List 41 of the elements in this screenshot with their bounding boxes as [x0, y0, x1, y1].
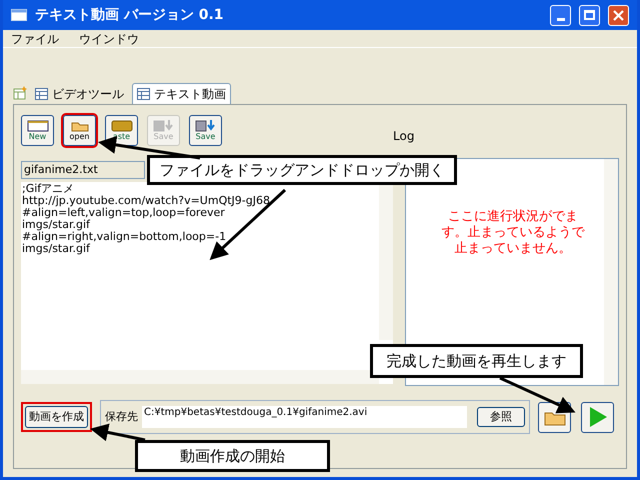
log-title: Log [393, 128, 414, 145]
callout: 動画作成の開始 [135, 440, 330, 472]
callout: ファイルをドラッグアンドドロップか開く [147, 155, 457, 185]
menu-item[interactable]: ウインドウ [79, 30, 139, 48]
horizontal-scrollbar[interactable] [21, 370, 379, 384]
create-video-button[interactable]: 動画を作成 [25, 406, 88, 428]
toolbar-button[interactable]: open [63, 115, 96, 146]
vertical-scrollbar[interactable] [379, 184, 393, 340]
tab[interactable]: ビデオツール [31, 83, 128, 104]
menu-item[interactable]: ファイル [11, 30, 59, 48]
toolbar-button[interactable]: New [21, 115, 54, 146]
save-location-label: 保存先 [105, 408, 138, 425]
filename-field[interactable]: gifanime2.txt [21, 161, 145, 179]
editor-line: imgs/star.gif [22, 219, 90, 231]
log-message: ここに進行状況がでます。止まっているようで止まっていません。 [440, 209, 586, 257]
editor-line: imgs/star.gif [22, 243, 90, 255]
tab[interactable]: テキスト動画 [132, 83, 231, 104]
editor-line: #align=left,valign=top,loop=forever [22, 207, 225, 219]
new-tab-icon[interactable] [13, 86, 27, 100]
vertical-scrollbar[interactable] [604, 159, 618, 385]
callout: 完成した動画を再生します [370, 344, 583, 378]
save-path-field[interactable]: C:¥tmp¥betas¥testdouga_0.1¥gifanime2.avi [142, 406, 467, 428]
arrow [90, 424, 146, 442]
editor-line: #align=right,valign=bottom,loop=-1 [22, 231, 228, 243]
close-icon [613, 10, 624, 20]
editor-line: ;Gifアニメ [22, 183, 76, 195]
maximize-button[interactable] [579, 4, 600, 26]
disk-icon [194, 120, 216, 132]
window-title: テキスト動画 バージョン 0.1 [35, 6, 225, 24]
blank-page-icon [26, 120, 48, 132]
minimize-button[interactable] [550, 4, 571, 26]
toolbar-button[interactable]: Save [189, 115, 222, 146]
disk-icon [152, 120, 174, 132]
editor-line: http://jp.youtube.com/watch?v=UmQtJ9-gJ68 [22, 195, 271, 207]
table-icon [137, 88, 150, 100]
close-button[interactable] [608, 4, 629, 26]
window-icon [11, 9, 27, 21]
table-icon [35, 88, 48, 100]
play-icon [588, 406, 608, 428]
play-button[interactable] [581, 402, 614, 432]
browse-button[interactable]: 参照 [477, 407, 525, 427]
